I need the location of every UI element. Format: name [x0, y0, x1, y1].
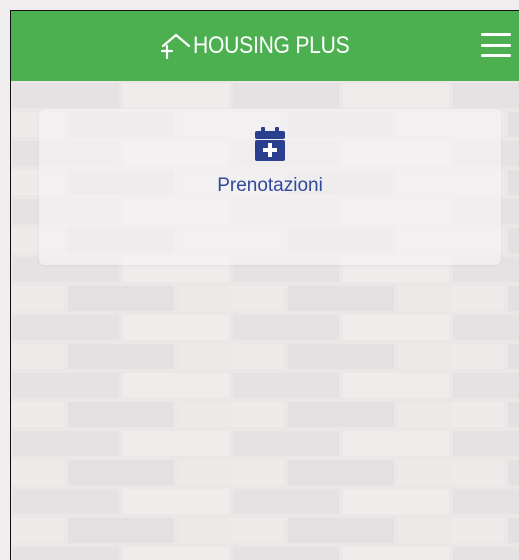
calendar-plus-icon — [255, 127, 285, 161]
brand-name: HOUSING PLUS — [193, 32, 350, 59]
house-plus-logo-icon — [161, 33, 191, 60]
prenotazioni-label: Prenotazioni — [217, 175, 323, 196]
brand-logo[interactable]: HOUSING PLUS — [159, 31, 371, 61]
app-frame: HOUSING PLUS Prenotazioni — [10, 10, 519, 560]
brick-wall-background: Prenotazioni — [11, 81, 519, 560]
prenotazioni-tile[interactable]: Prenotazioni — [39, 109, 501, 265]
hamburger-menu-icon[interactable] — [481, 33, 511, 57]
top-bar: HOUSING PLUS — [11, 11, 519, 81]
